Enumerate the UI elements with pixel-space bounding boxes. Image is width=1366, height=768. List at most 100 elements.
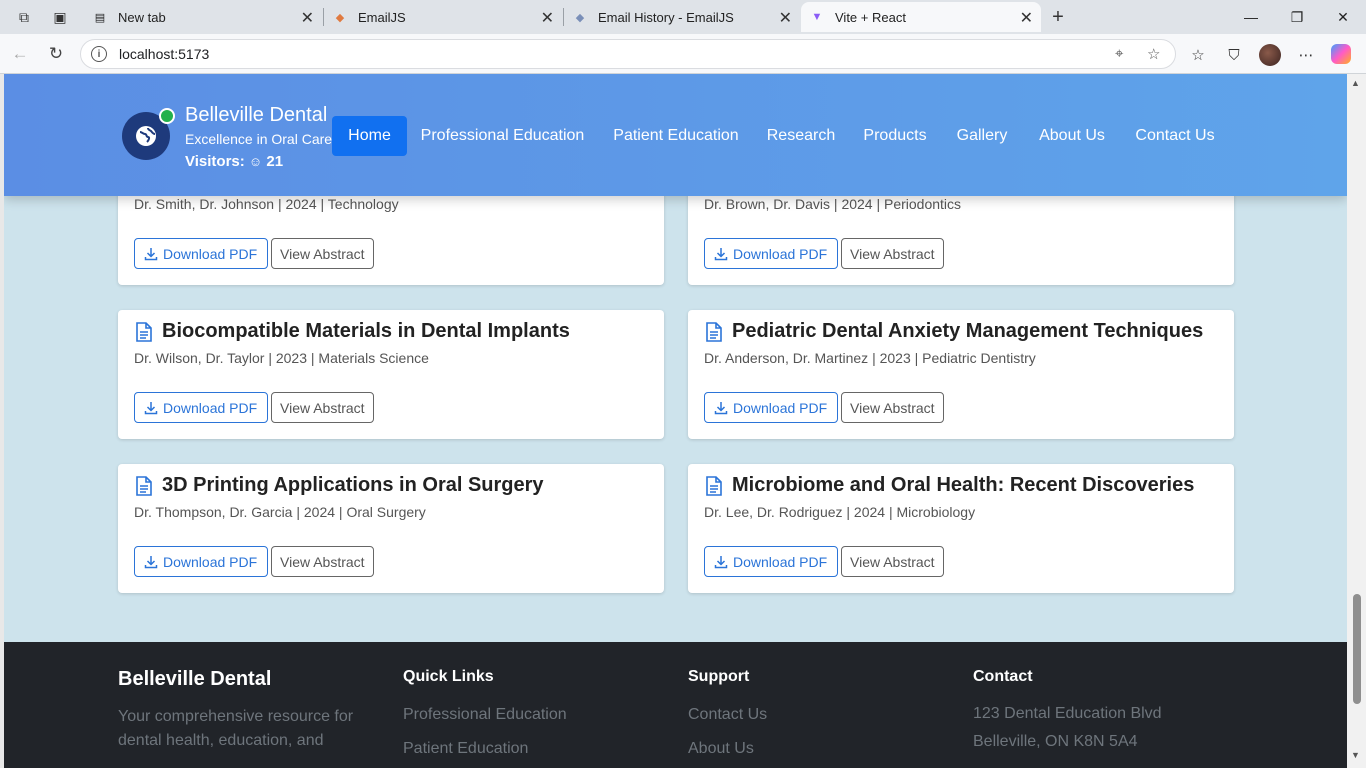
nav-gallery[interactable]: Gallery xyxy=(949,116,1015,156)
nav-home[interactable]: Home xyxy=(332,116,407,156)
paper-meta: Dr. Thompson, Dr. Garcia | 2024 | Oral S… xyxy=(134,504,426,520)
download-pdf-button[interactable]: Download PDF xyxy=(134,546,269,577)
footer-brand: Belleville Dental xyxy=(118,668,272,690)
emailjs-icon: ◆ xyxy=(575,11,585,24)
view-abstract-button[interactable]: View Abstract xyxy=(841,546,944,577)
view-abstract-button[interactable]: View Abstract xyxy=(841,238,944,269)
tab-title: Email History - EmailJS xyxy=(598,9,734,25)
download-icon xyxy=(144,401,158,414)
site-footer: Belleville Dental Your comprehensive res… xyxy=(4,642,1347,768)
more-options-icon[interactable]: ⋯ xyxy=(1295,44,1317,66)
paper-title: 3D Printing Applications in Oral Surgery xyxy=(162,474,544,496)
research-card: Microbiome and Oral Health: Recent Disco… xyxy=(688,464,1234,593)
profile-avatar[interactable] xyxy=(1259,44,1281,66)
paper-meta: Dr. Lee, Dr. Rodriguez | 2024 | Microbio… xyxy=(704,504,976,520)
download-pdf-button[interactable]: Download PDF xyxy=(704,238,839,269)
close-window-button[interactable]: ✕ xyxy=(1320,0,1366,34)
brand-tagline: Excellence in Oral Care xyxy=(185,131,333,147)
nav-contact-us[interactable]: Contact Us xyxy=(1128,116,1222,156)
close-tab-icon[interactable]: ✕ xyxy=(1020,8,1033,28)
workspaces-icon[interactable]: ⧉ xyxy=(12,5,36,29)
nav-about-us[interactable]: About Us xyxy=(1031,116,1113,156)
paper-meta: Dr. Brown, Dr. Davis | 2024 | Periodonti… xyxy=(704,196,962,212)
shield-icon[interactable]: ⛉ xyxy=(1223,44,1245,66)
research-card: Pediatric Dental Anxiety Management Tech… xyxy=(688,310,1234,439)
document-icon xyxy=(136,322,152,342)
paper-title: Pediatric Dental Anxiety Management Tech… xyxy=(732,320,1204,342)
favorites-icon[interactable]: ☆ xyxy=(1187,44,1209,66)
view-abstract-button[interactable]: View Abstract xyxy=(271,546,374,577)
footer-link-contact-us[interactable]: Contact Us xyxy=(688,706,767,724)
address-bar-row: ← ↻ i localhost:5173 ⌖ ☆ ☆ ⛉ ⋯ xyxy=(0,34,1366,74)
view-abstract-button[interactable]: View Abstract xyxy=(271,238,374,269)
download-pdf-button[interactable]: Download PDF xyxy=(134,392,269,423)
restore-button[interactable]: ❐ xyxy=(1274,0,1320,34)
browser-tab-bar: ⧉ ▣ ▤ New tab ✕ ◆ EmailJS ✕ ◆ Email Hist… xyxy=(0,0,1366,34)
download-pdf-button[interactable]: Download PDF xyxy=(704,392,839,423)
tab-new-tab[interactable]: ▤ New tab ✕ xyxy=(84,2,322,32)
download-pdf-button[interactable]: Download PDF xyxy=(134,238,269,269)
tab-title: Vite + React xyxy=(835,9,906,25)
research-card: 3D Printing Applications in Oral Surgery… xyxy=(118,464,664,593)
new-tab-button[interactable]: + xyxy=(1046,5,1070,29)
site-info-icon[interactable]: i xyxy=(91,46,107,62)
favorite-star-icon[interactable]: ☆ xyxy=(1147,45,1160,63)
contact-heading: Contact xyxy=(973,668,1033,685)
footer-description-line: Your comprehensive resource for xyxy=(118,708,354,725)
close-tab-icon[interactable]: ✕ xyxy=(541,8,554,28)
nav-research[interactable]: Research xyxy=(761,116,841,156)
copilot-icon[interactable] xyxy=(1331,44,1351,64)
nav-products[interactable]: Products xyxy=(856,116,934,156)
view-abstract-button[interactable]: View Abstract xyxy=(841,392,944,423)
close-tab-icon[interactable]: ✕ xyxy=(301,8,314,28)
download-pdf-button[interactable]: Download PDF xyxy=(704,546,839,577)
visitor-counter: Visitors: ☺ 21 xyxy=(185,153,283,170)
document-icon xyxy=(706,322,722,342)
tab-emailjs[interactable]: ◆ EmailJS ✕ xyxy=(324,2,562,32)
nav-professional-education[interactable]: Professional Education xyxy=(415,116,590,156)
footer-support: Support Contact Us About Us xyxy=(688,668,767,758)
newtab-icon: ▤ xyxy=(94,11,106,24)
tab-title: New tab xyxy=(118,9,166,25)
footer-link-about-us[interactable]: About Us xyxy=(688,740,767,758)
brand-name[interactable]: Belleville Dental xyxy=(185,104,327,127)
location-icon[interactable]: ⌖ xyxy=(1115,45,1123,62)
contact-address-line: 123 Dental Education Blvd xyxy=(973,705,1162,722)
paper-meta: Dr. Smith, Dr. Johnson | 2024 | Technolo… xyxy=(134,196,399,212)
visitor-face-icon: ☺ xyxy=(248,154,263,169)
paper-meta: Dr. Anderson, Dr. Martinez | 2023 | Pedi… xyxy=(704,350,1036,366)
download-icon xyxy=(714,555,728,568)
support-heading: Support xyxy=(688,668,750,685)
view-abstract-button[interactable]: View Abstract xyxy=(271,392,374,423)
paper-meta: Dr. Wilson, Dr. Taylor | 2023 | Material… xyxy=(134,350,429,366)
tab-email-history[interactable]: ◆ Email History - EmailJS ✕ xyxy=(564,2,800,32)
back-button[interactable]: ← xyxy=(7,42,33,66)
document-icon xyxy=(706,476,722,496)
scroll-up-arrow-icon[interactable]: ▲ xyxy=(1351,78,1360,88)
paper-title: Microbiome and Oral Health: Recent Disco… xyxy=(732,474,1195,496)
url-bar[interactable]: i localhost:5173 ⌖ ☆ xyxy=(80,39,1176,69)
footer-link-professional-education[interactable]: Professional Education xyxy=(403,706,567,724)
visitors-label: Visitors: xyxy=(185,153,245,170)
reload-button[interactable]: ↻ xyxy=(43,42,69,66)
download-icon xyxy=(144,247,158,260)
download-icon xyxy=(144,555,158,568)
footer-link-patient-education[interactable]: Patient Education xyxy=(403,740,567,758)
minimize-button[interactable]: — xyxy=(1228,0,1274,34)
scroll-down-arrow-icon[interactable]: ▼ xyxy=(1351,750,1360,760)
contact-address-line: Belleville, ON K8N 5A4 xyxy=(973,733,1138,750)
tab-title: EmailJS xyxy=(358,9,406,25)
page-viewport: Belleville Dental Excellence in Oral Car… xyxy=(4,74,1347,768)
visitors-count: 21 xyxy=(266,153,284,170)
close-tab-icon[interactable]: ✕ xyxy=(779,8,792,28)
footer-contact: Contact 123 Dental Education Blvd Bellev… xyxy=(973,668,1162,756)
footer-quick-links: Quick Links Professional Education Patie… xyxy=(403,668,567,758)
document-icon xyxy=(136,476,152,496)
vite-icon: ▼ xyxy=(811,11,823,23)
emailjs-icon: ◆ xyxy=(335,11,345,24)
page-scrollbar[interactable]: ▲ ▼ xyxy=(1347,74,1366,768)
tab-vite-react[interactable]: ▼ Vite + React ✕ xyxy=(801,2,1041,32)
nav-patient-education[interactable]: Patient Education xyxy=(606,116,746,156)
scrollbar-thumb[interactable] xyxy=(1353,594,1361,704)
vertical-tabs-icon[interactable]: ▣ xyxy=(48,5,72,29)
